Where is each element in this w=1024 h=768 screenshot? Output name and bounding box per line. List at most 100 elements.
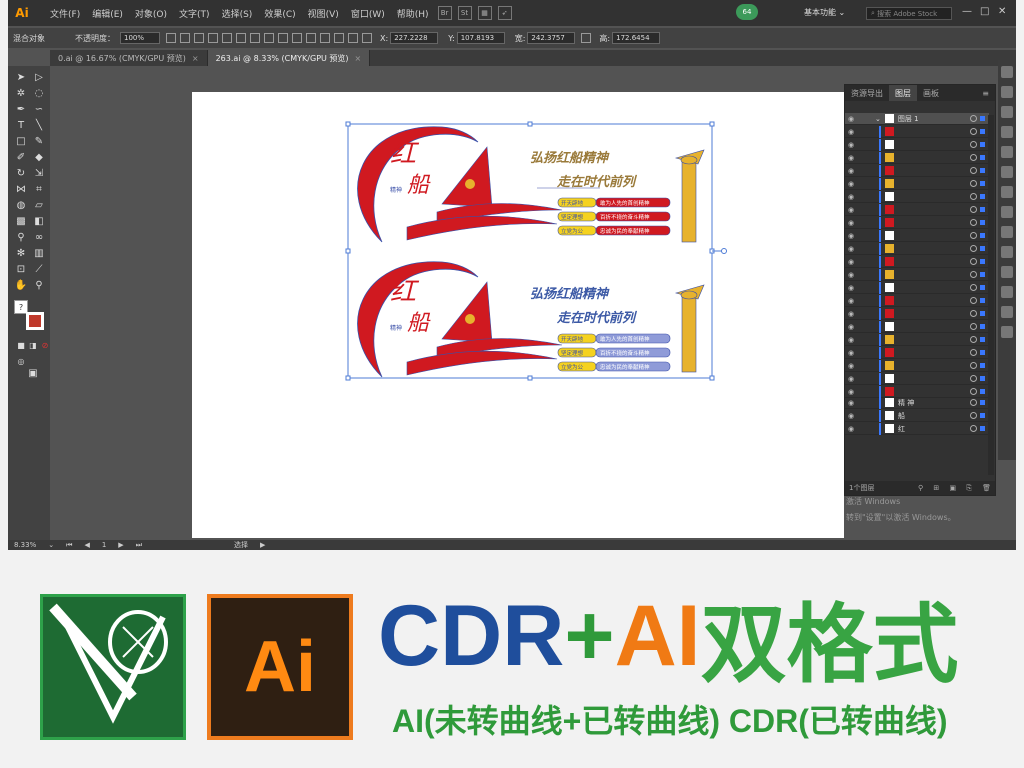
layer-actions-icon[interactable]: ⚲ ⊞ ▣ ⎘ 🗑 (918, 484, 995, 493)
visibility-eye-icon[interactable]: ◉ (845, 375, 857, 383)
transparency-icon[interactable] (1001, 206, 1013, 218)
layer-row[interactable]: ◉ (845, 125, 989, 138)
bridge-button[interactable]: Br (437, 6, 452, 20)
eraser-tool-icon[interactable]: ◆ (32, 150, 46, 164)
layer-row[interactable]: ◉ 红 (845, 422, 989, 435)
visibility-eye-icon[interactable]: ◉ (845, 412, 857, 420)
visibility-eye-icon[interactable]: ◉ (845, 219, 857, 227)
panel-menu-icon[interactable]: ≡ (976, 85, 995, 101)
visibility-eye-icon[interactable]: ◉ (845, 388, 857, 396)
layer-row[interactable]: ◉ 精 神 (845, 396, 989, 409)
next-artboard-icon[interactable]: ▶ (112, 541, 129, 549)
layer-row[interactable]: ◉ (845, 372, 989, 385)
layer-target-icon[interactable] (970, 206, 977, 213)
recolor-icon[interactable] (166, 33, 176, 43)
layer-target-icon[interactable] (970, 375, 977, 382)
layer-selected-indicator[interactable] (980, 311, 985, 316)
tab-layers[interactable]: 图层 (889, 85, 917, 101)
perspective-grid-tool-icon[interactable]: ▱ (32, 198, 46, 212)
distribute-top-icon[interactable] (278, 33, 288, 43)
visibility-eye-icon[interactable]: ◉ (845, 271, 857, 279)
align-left-icon[interactable] (194, 33, 204, 43)
visibility-eye-icon[interactable]: ◉ (845, 297, 857, 305)
menu-effect[interactable]: 效果(C) (258, 7, 301, 20)
transform-icon[interactable] (1001, 326, 1013, 338)
close-tab-icon[interactable]: × (192, 54, 199, 63)
layer-target-icon[interactable] (970, 128, 977, 135)
visibility-eye-icon[interactable]: ◉ (845, 128, 857, 136)
gpu-performance-icon[interactable]: ➶ (497, 6, 512, 20)
layer-selected-indicator[interactable] (980, 337, 985, 342)
visibility-eye-icon[interactable]: ◉ (845, 193, 857, 201)
layer-row[interactable]: ◉ (845, 268, 989, 281)
visibility-eye-icon[interactable]: ◉ (845, 336, 857, 344)
search-stock-input[interactable]: ⌕ 搜索 Adobe Stock (866, 7, 952, 20)
menu-window[interactable]: 窗口(W) (345, 7, 391, 20)
layer-selected-indicator[interactable] (980, 376, 985, 381)
layer-selected-indicator[interactable] (980, 413, 985, 418)
blend-tool-icon[interactable]: ∞ (32, 230, 46, 244)
status-menu-icon[interactable]: ▶ (254, 541, 271, 549)
layer-target-icon[interactable] (970, 336, 977, 343)
visibility-eye-icon[interactable]: ◉ (845, 245, 857, 253)
layer-target-icon[interactable] (970, 412, 977, 419)
layer-target-icon[interactable] (970, 154, 977, 161)
layer-target-icon[interactable] (970, 399, 977, 406)
layer-selected-indicator[interactable] (980, 272, 985, 277)
gradient-tool-icon[interactable]: ◧ (32, 214, 46, 228)
layer-target-icon[interactable] (970, 232, 977, 239)
align-bottom-icon[interactable] (264, 33, 274, 43)
curvature-tool-icon[interactable]: ∽ (32, 102, 46, 116)
rotate-tool-icon[interactable]: ↻ (14, 166, 28, 180)
graphic-styles-icon[interactable] (1001, 246, 1013, 258)
layer-row[interactable]: ◉ (845, 359, 989, 372)
layer-row[interactable]: ◉ (845, 177, 989, 190)
layer-target-icon[interactable] (970, 323, 977, 330)
layer-row-top[interactable]: ◉ ⌄ 图层 1 (845, 113, 989, 125)
layer-selected-indicator[interactable] (980, 168, 985, 173)
close-icon[interactable]: ✕ (998, 6, 1006, 17)
layer-selected-indicator[interactable] (980, 194, 985, 199)
menu-view[interactable]: 视图(V) (302, 7, 345, 20)
layer-row[interactable]: ◉ (845, 320, 989, 333)
minimize-icon[interactable]: — (962, 6, 972, 17)
layer-name[interactable]: 图层 1 (898, 114, 970, 124)
align-dock-icon[interactable] (1001, 286, 1013, 298)
visibility-eye-icon[interactable]: ◉ (845, 180, 857, 188)
tab-artboards[interactable]: 画板 (917, 85, 945, 101)
layer-target-icon[interactable] (970, 297, 977, 304)
visibility-eye-icon[interactable]: ◉ (845, 167, 857, 175)
tab-asset-export[interactable]: 资源导出 (845, 85, 889, 101)
visibility-eye-icon[interactable]: ◉ (845, 362, 857, 370)
align-middle-icon[interactable] (250, 33, 260, 43)
pathfinder-icon[interactable] (1001, 306, 1013, 318)
expand-chevron-icon[interactable]: ⌄ (875, 115, 881, 123)
layer-selected-indicator[interactable] (980, 259, 985, 264)
link-proportions-icon[interactable] (581, 33, 592, 43)
maximize-icon[interactable]: □ (980, 6, 989, 17)
stroke-swatch-icon[interactable] (26, 312, 44, 330)
zoom-tool-icon[interactable]: ⚲ (32, 278, 46, 292)
visibility-eye-icon[interactable]: ◉ (845, 323, 857, 331)
layer-row[interactable]: ◉ (845, 216, 989, 229)
stroke-icon[interactable] (1001, 166, 1013, 178)
layer-selected-indicator[interactable] (980, 298, 985, 303)
layer-row[interactable]: ◉ (845, 138, 989, 151)
visibility-eye-icon[interactable]: ◉ (845, 206, 857, 214)
layer-target-icon[interactable] (970, 388, 977, 395)
column-graph-tool-icon[interactable]: ▥ (32, 246, 46, 260)
layer-selected-indicator[interactable] (980, 142, 985, 147)
previous-artboard-icon[interactable]: ◀ (78, 541, 95, 549)
menu-select[interactable]: 选择(S) (216, 7, 259, 20)
visibility-eye-icon[interactable]: ◉ (845, 399, 857, 407)
layer-target-icon[interactable] (970, 219, 977, 226)
layer-target-icon[interactable] (970, 349, 977, 356)
last-artboard-icon[interactable]: ⏭ (130, 541, 148, 550)
gradient-icon[interactable] (1001, 186, 1013, 198)
layer-target-icon[interactable] (970, 362, 977, 369)
layer-target-icon[interactable] (970, 284, 977, 291)
visibility-eye-icon[interactable]: ◉ (845, 141, 857, 149)
layer-selected-indicator[interactable] (980, 233, 985, 238)
pen-tool-icon[interactable]: ✒ (14, 102, 28, 116)
layer-selected-indicator[interactable] (980, 426, 985, 431)
